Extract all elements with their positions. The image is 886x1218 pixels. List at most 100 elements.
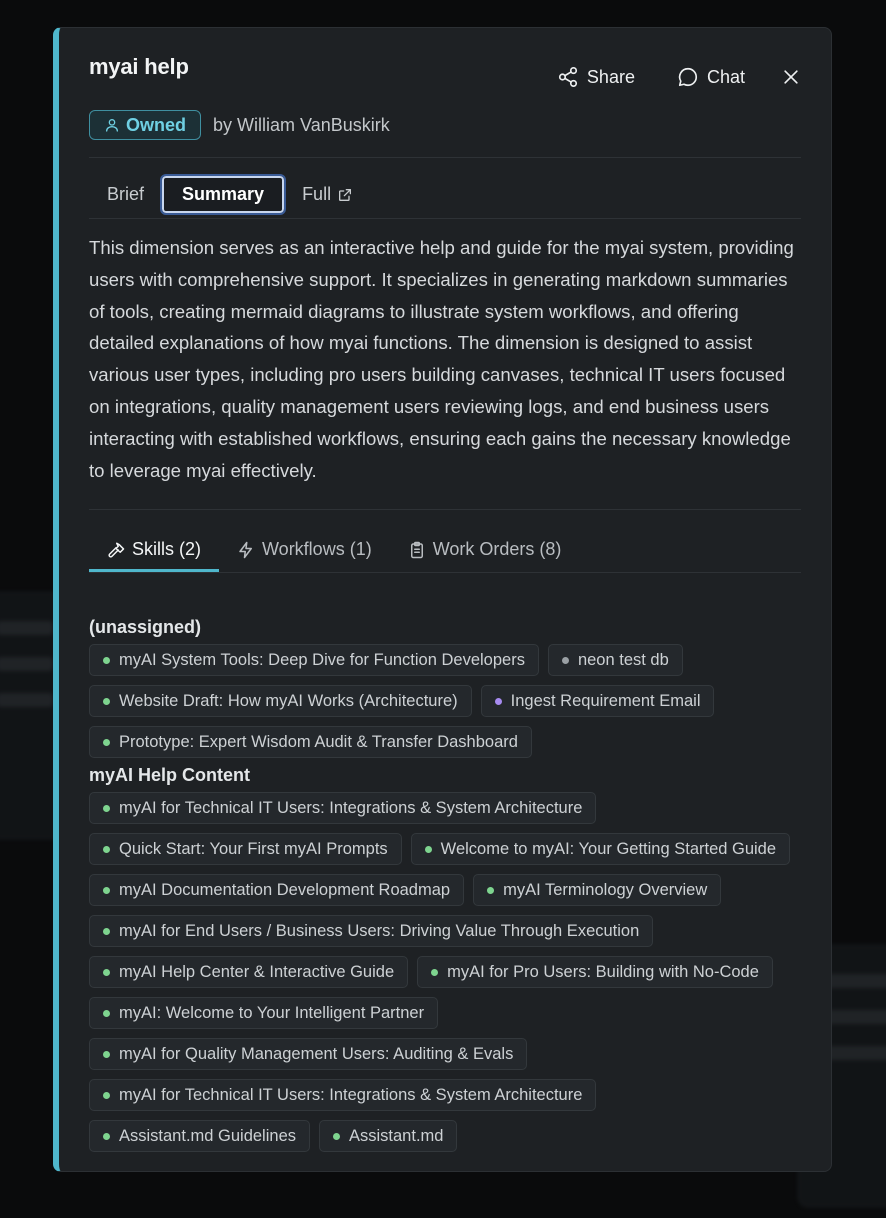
skill-chip[interactable]: myAI Documentation Development Roadmap <box>89 874 465 906</box>
section-tabs: Skills (2) Workflows (1) Work Orders (8) <box>89 536 801 573</box>
chip-list-help-content: myAI for Technical IT Users: Integration… <box>89 792 801 1152</box>
group-title-help-content: myAI Help Content <box>89 765 251 785</box>
status-dot <box>333 1132 340 1140</box>
summary-text: This dimension serves as an interactive … <box>89 237 794 481</box>
skill-chip-label: Assistant.md <box>349 1126 444 1145</box>
skill-chip-label: myAI Documentation Development Roadmap <box>119 880 451 899</box>
status-dot <box>103 845 110 853</box>
skill-chip-label: Assistant.md Guidelines <box>119 1126 296 1145</box>
dimension-detail-modal: myai help Share Chat Owned by William Va… <box>53 27 832 1172</box>
status-dot <box>103 1132 110 1140</box>
skill-chip-label: myAI for Quality Management Users: Audit… <box>119 1044 514 1063</box>
skill-chip[interactable]: Quick Start: Your First myAI Prompts <box>89 833 402 865</box>
share-label: Share <box>586 66 635 87</box>
tab-workflows[interactable]: Workflows (1) <box>219 539 390 572</box>
status-dot <box>494 697 502 705</box>
status-dot <box>487 886 495 894</box>
summary-divider <box>89 509 801 510</box>
tabs-divider <box>89 218 801 219</box>
tab-skills[interactable]: Skills (2) <box>89 539 220 572</box>
owner-name: by William VanBuskirk <box>213 114 390 135</box>
skill-chip[interactable]: Website Draft: How myAI Works (Architect… <box>89 685 472 717</box>
skill-chip-label: Quick Start: Your First myAI Prompts <box>119 839 388 858</box>
skill-chip-label: Website Draft: How myAI Works (Architect… <box>119 691 458 710</box>
modal-title: myai help <box>89 54 189 79</box>
status-dot <box>103 1009 110 1017</box>
skill-chip-label: myAI for End Users / Business Users: Dri… <box>119 921 640 940</box>
owned-label: Owned <box>126 114 187 135</box>
tab-full[interactable]: Full <box>284 176 371 213</box>
skill-chip-label: Prototype: Expert Wisdom Audit & Transfe… <box>119 732 518 751</box>
skill-chip[interactable]: myAI for Pro Users: Building with No-Cod… <box>417 956 773 988</box>
tab-work-orders[interactable]: Work Orders (8) <box>390 539 580 572</box>
share-icon <box>558 67 577 87</box>
status-dot <box>103 738 110 746</box>
skill-chip[interactable]: myAI for Technical IT Users: Integration… <box>89 1079 597 1111</box>
skill-chip-label: myAI for Technical IT Users: Integration… <box>119 798 583 817</box>
chip-list-unassigned: myAI System Tools: Deep Dive for Functio… <box>89 644 801 758</box>
skill-chip-label: myAI for Pro Users: Building with No-Cod… <box>447 962 759 981</box>
background-card-line <box>0 621 53 635</box>
skill-chip[interactable]: Welcome to myAI: Your Getting Started Gu… <box>410 833 791 865</box>
tab-brief[interactable]: Brief <box>89 176 162 213</box>
tab-summary[interactable]: Summary <box>160 174 287 215</box>
tab-brief-label: Brief <box>107 184 145 204</box>
header-divider <box>89 157 801 158</box>
external-link-icon <box>339 188 352 201</box>
status-dot <box>103 697 110 705</box>
close-button[interactable] <box>781 63 801 91</box>
tab-full-label: Full <box>302 184 332 204</box>
skill-chip[interactable]: myAI for Quality Management Users: Audit… <box>89 1038 528 1070</box>
skill-chip-label: Ingest Requirement Email <box>510 691 701 710</box>
close-icon <box>784 70 798 84</box>
user-icon <box>106 119 118 132</box>
background-card-line <box>0 657 53 671</box>
skill-chip-label: myAI Help Center & Interactive Guide <box>119 962 395 981</box>
status-dot <box>103 1050 110 1058</box>
tab-skills-label: Skills (2) <box>132 539 202 559</box>
tab-summary-label: Summary <box>182 184 265 204</box>
owner-row: Owned by William VanBuskirk <box>89 110 390 140</box>
status-dot <box>103 1091 110 1099</box>
status-dot <box>103 927 110 935</box>
skill-groups: (unassigned) myAI System Tools: Deep Div… <box>89 617 801 1159</box>
share-button[interactable]: Share <box>557 62 635 92</box>
skill-chip[interactable]: myAI for End Users / Business Users: Dri… <box>89 915 654 947</box>
background-card-line <box>0 693 53 707</box>
tab-work-orders-label: Work Orders (8) <box>432 539 562 559</box>
owned-badge: Owned <box>89 110 202 140</box>
skill-chip-label: Welcome to myAI: Your Getting Started Gu… <box>440 839 777 858</box>
chat-button[interactable]: Chat <box>677 62 745 92</box>
status-dot <box>561 656 569 664</box>
skill-chip[interactable]: myAI Help Center & Interactive Guide <box>89 956 409 988</box>
group-title-unassigned: (unassigned) <box>89 617 202 637</box>
view-mode-tabs: Brief Summary Full <box>89 174 371 215</box>
skill-chip[interactable]: myAI System Tools: Deep Dive for Functio… <box>89 644 539 676</box>
tab-workflows-label: Workflows (1) <box>262 539 372 559</box>
status-dot <box>103 656 110 664</box>
skill-chip-label: myAI System Tools: Deep Dive for Functio… <box>119 650 525 669</box>
clipboard-icon <box>410 541 423 558</box>
status-dot <box>103 886 110 894</box>
status-dot <box>103 804 110 812</box>
skill-chip[interactable]: Prototype: Expert Wisdom Audit & Transfe… <box>89 726 532 758</box>
status-dot <box>103 968 110 976</box>
skill-chip[interactable]: myAI Terminology Overview <box>473 874 722 906</box>
skill-chip-label: myAI Terminology Overview <box>503 880 708 899</box>
skill-chip-label: neon test db <box>577 650 669 669</box>
header-actions: Share Chat <box>557 62 801 92</box>
skill-chip[interactable]: Assistant.md Guidelines <box>89 1120 310 1152</box>
skill-chip-label: myAI for Technical IT Users: Integration… <box>119 1085 583 1104</box>
chat-label: Chat <box>706 66 745 87</box>
skill-chip[interactable]: neon test db <box>547 644 683 676</box>
skill-chip[interactable]: myAI: Welcome to Your Intelligent Partne… <box>89 997 439 1029</box>
skill-chip[interactable]: myAI for Technical IT Users: Integration… <box>89 792 597 824</box>
skill-chip-label: myAI: Welcome to Your Intelligent Partne… <box>119 1003 425 1022</box>
lightning-icon <box>239 541 253 558</box>
status-dot <box>431 968 439 976</box>
skill-chip[interactable]: Ingest Requirement Email <box>480 685 715 717</box>
status-dot <box>424 845 432 853</box>
chat-bubble-icon <box>678 67 697 87</box>
hammer-icon <box>108 542 125 558</box>
skill-chip[interactable]: Assistant.md <box>319 1120 458 1152</box>
